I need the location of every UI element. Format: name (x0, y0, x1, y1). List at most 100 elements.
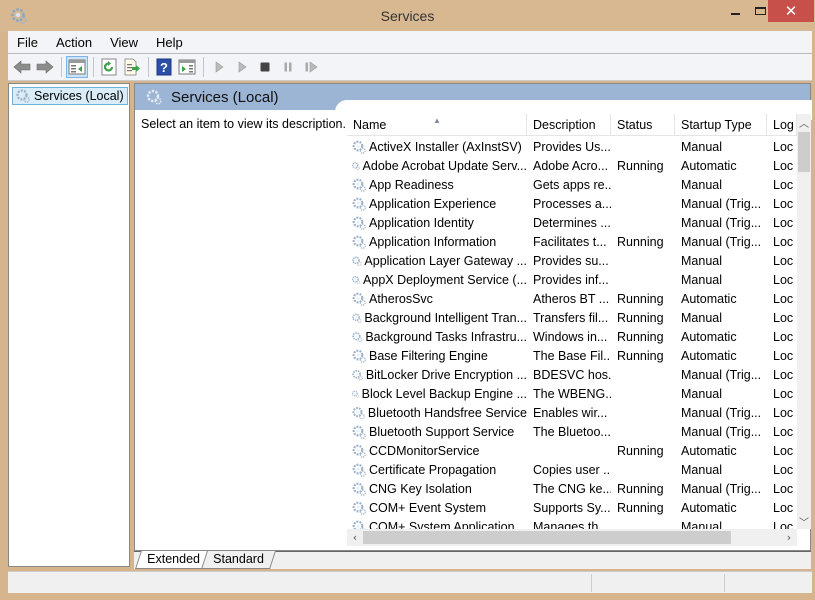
column-header-description[interactable]: Description (527, 114, 611, 135)
service-row[interactable]: Application Experience Processes a... Manu… (347, 194, 797, 213)
service-gear-icon (352, 292, 366, 306)
menu-file[interactable]: File (8, 35, 47, 50)
column-header-startup-type[interactable]: Startup Type (675, 114, 767, 135)
service-gear-icon (352, 425, 366, 439)
show-hide-console-tree-button[interactable] (66, 56, 88, 78)
vertical-scroll-thumb[interactable] (798, 132, 810, 172)
service-startup-type: Manual (681, 462, 722, 477)
service-row[interactable]: CCDMonitorService Running Automatic Loc (347, 441, 797, 460)
start-service-alt-button[interactable] (231, 56, 253, 78)
service-startup-type: Manual (681, 272, 722, 287)
refresh-button[interactable] (98, 56, 120, 78)
service-row[interactable]: Application Information Facilitates t... R… (347, 232, 797, 251)
tab-standard[interactable]: Standard (201, 551, 276, 569)
show-hide-action-pane-button[interactable] (176, 56, 198, 78)
service-startup-type: Manual (681, 310, 722, 325)
service-name-cell: CNG Key Isolation (347, 481, 527, 497)
status-bar-divider (591, 574, 592, 592)
service-log-on-as: Loc (773, 424, 794, 439)
service-row[interactable]: Background Intelligent Tran... Transfers … (347, 308, 797, 327)
service-row[interactable]: Application Identity Determines ... Manual… (347, 213, 797, 232)
service-log-on-as: Loc (773, 272, 794, 287)
close-button[interactable]: ✕ (768, 0, 814, 22)
service-row[interactable]: Adobe Acrobat Update Serv... Adobe Acro..… (347, 156, 797, 175)
service-row[interactable]: Bluetooth Handsfree Service Enables wir..… (347, 403, 797, 422)
service-row[interactable]: Block Level Backup Engine ... The WBENG..… (347, 384, 797, 403)
service-gear-icon (352, 444, 366, 458)
service-description: The WBENG... (533, 386, 611, 401)
back-button[interactable] (11, 56, 33, 78)
help-button[interactable]: ? (153, 56, 175, 78)
service-log-on-as: Loc (773, 348, 794, 363)
service-row[interactable]: Application Layer Gateway ... Provides su… (347, 251, 797, 270)
scroll-up-icon[interactable]: ︿ (797, 114, 811, 130)
service-name-cell: CCDMonitorService (347, 443, 527, 459)
service-gear-icon (352, 406, 365, 419)
service-gear-icon (351, 161, 360, 170)
stop-service-button[interactable] (254, 56, 276, 78)
service-description: Provides Us... (533, 139, 611, 154)
service-row[interactable]: COM+ Event System Supports Sy... Running Au… (347, 498, 797, 517)
service-description: BDESVC hos... (533, 367, 611, 382)
service-gear-icon (352, 275, 361, 284)
service-row[interactable]: BitLocker Drive Encryption ... BDESVC hos… (347, 365, 797, 384)
service-name-cell: BitLocker Drive Encryption ... (347, 367, 527, 383)
service-name: CNG Key Isolation (369, 481, 472, 496)
forward-button[interactable] (34, 56, 56, 78)
scroll-right-icon[interactable]: › (781, 529, 797, 546)
start-service-button[interactable] (208, 56, 230, 78)
service-row[interactable]: AtherosSvc Atheros BT ... Running Automatic… (347, 289, 797, 308)
sort-ascending-icon: ▲ (433, 116, 441, 125)
menu-view[interactable]: View (101, 35, 147, 50)
pause-service-button[interactable] (277, 56, 299, 78)
service-description: Adobe Acro... (533, 158, 609, 173)
restart-icon (305, 61, 318, 73)
service-startup-type: Manual (Trig... (681, 234, 762, 249)
service-row[interactable]: Background Tasks Infrastru... Windows in.… (347, 327, 797, 346)
horizontal-scroll-thumb[interactable] (363, 531, 731, 544)
service-startup-type: Manual (Trig... (681, 367, 762, 382)
menu-help[interactable]: Help (147, 35, 192, 50)
service-startup-type: Automatic (681, 158, 737, 173)
service-startup-type: Automatic (681, 329, 737, 344)
help-icon: ? (156, 58, 172, 76)
service-name-cell: Application Identity (347, 215, 527, 231)
horizontal-scrollbar[interactable]: ‹ › (347, 529, 797, 546)
export-list-button[interactable] (121, 56, 143, 78)
column-header-log-on-as[interactable]: Log (767, 114, 797, 135)
tree-item-services-local[interactable]: Services (Local) (12, 87, 128, 105)
service-name-cell: AppX Deployment Service (... (347, 272, 527, 288)
service-gear-icon (352, 501, 366, 515)
scroll-down-icon[interactable]: ﹀ (797, 513, 811, 529)
service-log-on-as: Loc (773, 481, 794, 496)
service-startup-type: Automatic (681, 500, 737, 515)
column-header-status[interactable]: Status (611, 114, 675, 135)
service-gear-icon (352, 216, 366, 230)
service-name-cell: Background Intelligent Tran... (347, 310, 527, 326)
menu-action[interactable]: Action (47, 35, 101, 50)
service-name: App Readiness (369, 177, 454, 192)
service-name-cell: Background Tasks Infrastru... (347, 329, 527, 345)
list-header: ▲ Name Description Status Startup Type L… (347, 114, 797, 136)
restart-service-button[interactable] (300, 56, 322, 78)
service-row[interactable]: Certificate Propagation Copies user ... Ma… (347, 460, 797, 479)
service-gear-icon (352, 197, 366, 211)
service-description: Provides su... (533, 253, 609, 268)
service-name-cell: App Readiness (347, 177, 527, 193)
services-panel: Services (Local) Select an item to view … (134, 83, 812, 551)
tab-extended[interactable]: Extended (135, 551, 212, 569)
service-startup-type: Manual (681, 253, 722, 268)
service-gear-icon (352, 331, 363, 342)
service-row[interactable]: CNG Key Isolation The CNG ke... Running Man… (347, 479, 797, 498)
vertical-scrollbar[interactable]: ︿ ﹀ (797, 114, 811, 529)
service-row[interactable]: ActiveX Installer (AxInstSV) Provides Us.… (347, 137, 797, 156)
service-row[interactable]: Bluetooth Support Service The Bluetoo... M… (347, 422, 797, 441)
scroll-left-icon[interactable]: ‹ (347, 529, 363, 546)
service-startup-type: Manual (Trig... (681, 405, 762, 420)
service-log-on-as: Loc (773, 405, 794, 420)
service-row[interactable]: AppX Deployment Service (... Provides inf… (347, 270, 797, 289)
service-row[interactable]: Base Filtering Engine The Base Fil... Runn… (347, 346, 797, 365)
list-body: ActiveX Installer (AxInstSV) Provides Us.… (347, 137, 797, 536)
service-row[interactable]: App Readiness Gets apps re... Manual Loc (347, 175, 797, 194)
service-name: Application Information (369, 234, 497, 249)
